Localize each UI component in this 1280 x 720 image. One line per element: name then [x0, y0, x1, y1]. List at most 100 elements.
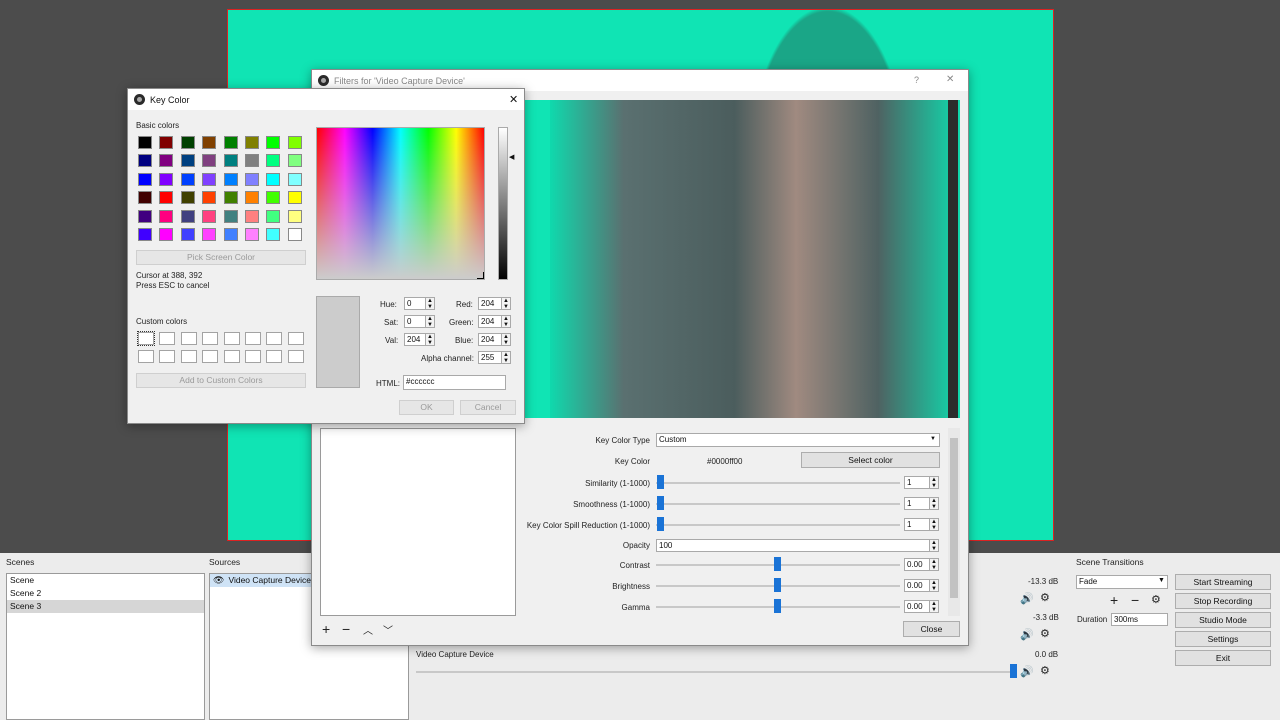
color-swatch[interactable] [180, 209, 195, 223]
red-spin[interactable]: ▲ ▼ [501, 297, 511, 310]
color-swatch[interactable] [138, 228, 152, 241]
preview-scrollbar[interactable] [948, 100, 958, 418]
eye-icon[interactable]: 👁 [213, 574, 224, 587]
color-swatch[interactable] [138, 191, 152, 205]
cancel-button[interactable]: Cancel [460, 400, 516, 415]
color-swatch[interactable] [245, 209, 259, 223]
color-swatch[interactable] [202, 154, 217, 168]
custom-color-slot[interactable] [266, 350, 283, 363]
speaker-icon[interactable]: 🔊 [1020, 665, 1034, 678]
blue-input[interactable]: 204 [478, 333, 502, 346]
custom-color-slot[interactable] [159, 332, 176, 345]
remove-icon[interactable]: − [1131, 592, 1139, 608]
val-spin[interactable]: ▲ ▼ [425, 333, 435, 346]
custom-color-slot[interactable] [266, 332, 283, 345]
hue-spin[interactable]: ▲ ▼ [425, 297, 435, 310]
gear-icon[interactable]: ⚙ [1040, 591, 1050, 604]
remove-filter-icon[interactable]: − [342, 621, 350, 637]
add-filter-icon[interactable]: + [322, 621, 330, 637]
blue-spin[interactable]: ▲ ▼ [501, 333, 511, 346]
color-swatch[interactable] [159, 191, 174, 205]
move-up-icon[interactable]: ︿ [363, 622, 373, 637]
filters-close-icon[interactable]: ✕ [946, 74, 954, 85]
color-swatch[interactable] [202, 228, 217, 241]
color-swatch[interactable] [180, 172, 195, 186]
green-input[interactable]: 204 [478, 315, 502, 328]
scene-item[interactable]: Scene [7, 574, 204, 587]
custom-color-slot[interactable] [223, 350, 240, 363]
stop-recording-button[interactable]: Stop Recording [1175, 593, 1271, 609]
color-swatch[interactable] [287, 191, 302, 205]
color-swatch[interactable] [202, 172, 217, 186]
color-swatch[interactable] [223, 209, 238, 223]
settings-button[interactable]: Settings [1175, 631, 1271, 647]
brightness-input[interactable]: 0.00 [904, 579, 930, 592]
contrast-spin[interactable]: ▲ ▼ [929, 558, 939, 571]
val-input[interactable]: 204 [404, 333, 426, 346]
green-spin[interactable]: ▲ ▼ [501, 315, 511, 328]
color-swatch[interactable] [245, 172, 259, 186]
add-custom-colors-button[interactable]: Add to Custom Colors [136, 373, 306, 388]
opacity-input[interactable]: 100 [656, 539, 930, 552]
scroll-thumb[interactable] [950, 438, 958, 598]
color-swatch[interactable] [245, 154, 259, 168]
spill-slider[interactable] [657, 517, 664, 531]
help-button[interactable]: ? [914, 75, 919, 85]
speaker-icon[interactable]: 🔊 [1020, 592, 1034, 605]
html-input[interactable]: #cccccc [403, 375, 506, 390]
alpha-input[interactable]: 255 [478, 351, 502, 364]
color-swatch[interactable] [223, 228, 238, 241]
color-swatch[interactable] [138, 172, 152, 186]
color-swatch[interactable] [159, 136, 174, 149]
brightness-slider[interactable] [774, 578, 781, 592]
pick-screen-color-button[interactable]: Pick Screen Color [136, 250, 306, 265]
color-swatch[interactable] [266, 191, 281, 205]
custom-color-slot[interactable] [245, 350, 261, 363]
similarity-input[interactable]: 1 [904, 476, 930, 489]
color-swatch[interactable] [266, 154, 281, 168]
color-swatch[interactable] [287, 154, 302, 168]
sat-input[interactable]: 0 [404, 315, 426, 328]
properties-scrollbar[interactable] [948, 428, 960, 616]
gamma-slider[interactable] [774, 599, 781, 613]
color-swatch[interactable] [287, 209, 302, 223]
color-swatch[interactable] [180, 154, 195, 168]
custom-color-slot[interactable] [138, 350, 154, 363]
smoothness-track[interactable] [656, 503, 900, 505]
color-swatch[interactable] [223, 136, 238, 149]
contrast-input[interactable]: 0.00 [904, 558, 930, 571]
key-color-close-icon[interactable]: ✕ [509, 93, 518, 106]
color-swatch[interactable] [159, 172, 174, 186]
gamma-input[interactable]: 0.00 [904, 600, 930, 613]
color-swatch[interactable] [266, 172, 281, 186]
spill-spin[interactable]: ▲ ▼ [929, 518, 939, 531]
color-swatch[interactable] [223, 172, 238, 186]
similarity-slider[interactable] [657, 475, 664, 489]
studio-mode-button[interactable]: Studio Mode [1175, 612, 1271, 628]
speaker-icon[interactable]: 🔊 [1020, 628, 1034, 641]
color-swatch[interactable] [180, 136, 195, 149]
custom-color-slot[interactable] [137, 331, 155, 346]
color-swatch[interactable] [159, 154, 174, 168]
color-swatch[interactable] [245, 191, 259, 205]
add-icon[interactable]: + [1110, 592, 1118, 608]
contrast-slider[interactable] [774, 557, 781, 571]
volume-track[interactable] [416, 671, 1014, 673]
spill-input[interactable]: 1 [904, 518, 930, 531]
color-swatch[interactable] [266, 209, 281, 223]
color-swatch[interactable] [159, 209, 174, 223]
color-swatch[interactable] [138, 136, 152, 149]
color-swatch[interactable] [180, 228, 195, 241]
smoothness-spin[interactable]: ▲ ▼ [929, 497, 939, 510]
start-streaming-button[interactable]: Start Streaming [1175, 574, 1271, 590]
color-swatch[interactable] [138, 154, 152, 168]
custom-color-slot[interactable] [180, 350, 197, 363]
color-swatch[interactable] [266, 136, 281, 149]
custom-color-slot[interactable] [245, 332, 261, 345]
transition-select[interactable]: Fade [1076, 575, 1168, 589]
alpha-spin[interactable]: ▲ ▼ [501, 351, 511, 364]
similarity-track[interactable] [656, 482, 900, 484]
similarity-spin[interactable]: ▲ ▼ [929, 476, 939, 489]
color-swatch[interactable] [159, 228, 174, 241]
custom-color-slot[interactable] [287, 350, 304, 363]
